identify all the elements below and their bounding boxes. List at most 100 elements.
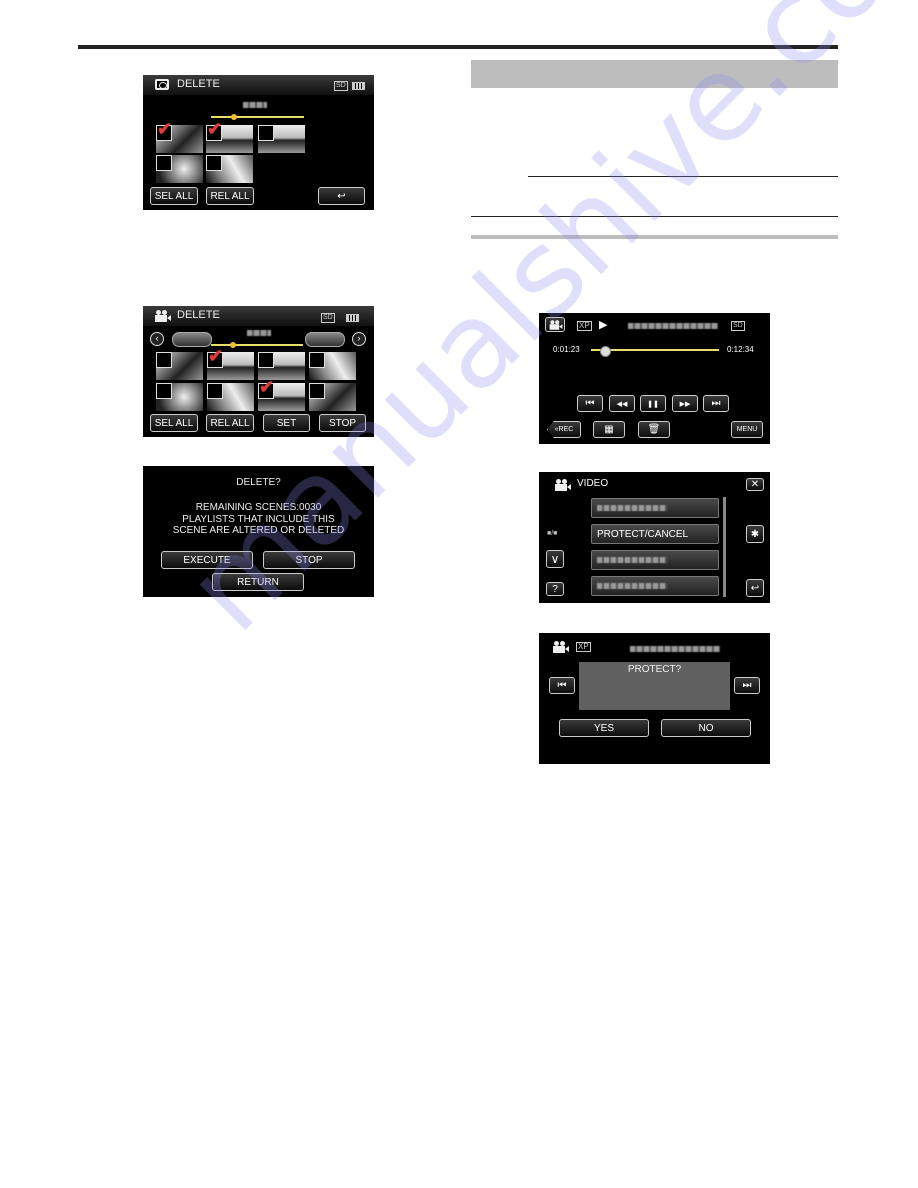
thumbnail[interactable] (309, 352, 356, 380)
thumbnail[interactable]: ✔ (156, 120, 203, 153)
checkbox[interactable] (206, 155, 222, 171)
protect-confirm-screen: XP PROTECT? ⏮ ⏭ YES NO (539, 633, 770, 764)
checkbox[interactable] (258, 352, 274, 368)
checkbox[interactable] (156, 383, 172, 399)
video-camera-icon (549, 320, 563, 330)
thumbnail[interactable] (207, 383, 254, 411)
return-button[interactable]: RETURN (212, 573, 304, 591)
no-button[interactable]: NO (661, 719, 751, 737)
menu-button[interactable]: MENU (731, 421, 763, 438)
stop-button[interactable]: STOP (263, 551, 355, 569)
checkbox[interactable] (258, 125, 274, 141)
screen-header: DELETE SD (143, 75, 374, 95)
menu-scrollbar[interactable] (723, 497, 726, 597)
checkbox[interactable] (309, 383, 325, 399)
elapsed-time: 0:01:23 (553, 345, 580, 354)
execute-button[interactable]: EXECUTE (161, 551, 253, 569)
fast-forward-button[interactable]: ▶▶ (672, 395, 698, 412)
pause-button[interactable]: ❚❚ (640, 395, 666, 412)
seek-knob[interactable] (600, 346, 612, 357)
video-camera-icon (155, 310, 171, 322)
menu-title: VIDEO (577, 478, 609, 489)
select-all-button[interactable]: SEL ALL (150, 414, 198, 432)
previous-page-button[interactable]: ‹ (150, 332, 164, 346)
delete-stills-screen: DELETE SD ✔ ✔ SEL ALL REL ALL ↩ (143, 75, 374, 210)
previous-group-button[interactable] (172, 332, 212, 347)
menu-item-label-blurred (597, 583, 667, 589)
skip-back-button[interactable]: ⏮ (577, 395, 603, 412)
mode-button[interactable] (545, 317, 565, 332)
record-mode-button[interactable]: «REC (547, 421, 581, 438)
help-button[interactable]: ? (546, 582, 564, 596)
menu-item[interactable] (591, 550, 719, 570)
trash-button[interactable]: 🗑 (638, 421, 670, 438)
settings-button[interactable]: ✱ (746, 525, 764, 543)
stop-button[interactable]: STOP (319, 414, 366, 432)
previous-file-button[interactable]: ⏮ (549, 677, 575, 694)
thumbnail[interactable] (258, 125, 305, 153)
rewind-button[interactable]: ◀◀ (609, 395, 635, 412)
scroll-slider[interactable] (211, 344, 303, 346)
subsection-heading-bar (471, 235, 838, 239)
screen-title: DELETE (177, 309, 220, 321)
thumbnail[interactable] (206, 155, 253, 183)
total-time: 0:12:34 (727, 345, 754, 354)
checkbox[interactable] (156, 352, 172, 368)
checkmark-icon: ✔ (208, 346, 224, 366)
index-button[interactable]: ▦ (593, 421, 625, 438)
sd-card-icon: SD (334, 81, 348, 91)
video-camera-icon (553, 641, 569, 653)
thumbnail[interactable] (258, 352, 305, 380)
dialog-title: DELETE? (236, 477, 281, 488)
battery-icon (346, 314, 359, 322)
checkmark-icon: ✔ (207, 119, 223, 139)
file-info (628, 323, 718, 329)
menu-item-protect-cancel[interactable]: PROTECT/CANCEL (591, 524, 719, 544)
back-button[interactable]: ↩ (318, 187, 365, 205)
checkbox[interactable] (156, 155, 172, 171)
screen-title: DELETE (177, 78, 220, 90)
thumbnail[interactable]: ✔ (258, 378, 305, 411)
menu-item-label-blurred (597, 557, 667, 563)
sd-card-icon: SD (731, 321, 745, 331)
playback-screen: XP ▶ SD 0:01:23 0:12:34 ⏮ ◀◀ ❚❚ ▶▶ ⏭ «RE… (539, 313, 770, 444)
note-rule-bottom (471, 216, 838, 217)
section-heading-bar (471, 60, 838, 88)
battery-icon (352, 82, 365, 90)
slider-knob[interactable] (231, 114, 237, 120)
select-all-button[interactable]: SEL ALL (150, 187, 198, 205)
checkmark-icon: ✔ (157, 119, 173, 139)
yes-button[interactable]: YES (559, 719, 649, 737)
menu-item[interactable] (591, 498, 719, 518)
thumbnail[interactable] (156, 352, 203, 380)
thumbnail[interactable] (309, 383, 356, 411)
menu-item[interactable] (591, 576, 719, 596)
dialog-box: PROTECT? (579, 662, 730, 710)
warning-line: SCENE ARE ALTERED OR DELETED (172, 525, 345, 536)
menu-item-label-blurred (597, 505, 667, 511)
skip-forward-button[interactable]: ⏭ (703, 395, 729, 412)
thumbnail[interactable]: ✔ (207, 347, 254, 380)
scroll-slider[interactable] (211, 116, 304, 118)
next-page-button[interactable]: › (352, 332, 366, 346)
page-indicator: ■/■ (547, 530, 558, 537)
next-group-button[interactable] (305, 332, 345, 347)
checkbox[interactable] (207, 383, 223, 399)
set-button[interactable]: SET (263, 414, 310, 432)
next-file-button[interactable]: ⏭ (734, 677, 760, 694)
checkbox[interactable] (309, 352, 325, 368)
delete-videos-screen: DELETE SD ‹ › ✔ ✔ SEL ALL REL ALL SET ST… (143, 306, 374, 437)
back-button[interactable]: ↩ (746, 579, 764, 597)
release-all-button[interactable]: REL ALL (206, 187, 254, 205)
release-all-button[interactable]: REL ALL (206, 414, 254, 432)
play-state-icon: ▶ (599, 319, 608, 331)
scroll-down-button[interactable]: ∨ (546, 550, 564, 568)
delete-confirm-screen: DELETE? REMAINING SCENES:0030 PLAYLISTS … (143, 466, 374, 597)
close-button[interactable]: ✕ (746, 478, 764, 491)
thumbnail[interactable] (156, 155, 203, 183)
slider-knob[interactable] (230, 342, 236, 348)
sd-card-icon: SD (321, 313, 335, 323)
page-counter (243, 102, 267, 108)
thumbnail[interactable] (156, 383, 203, 411)
thumbnail[interactable]: ✔ (206, 120, 253, 153)
